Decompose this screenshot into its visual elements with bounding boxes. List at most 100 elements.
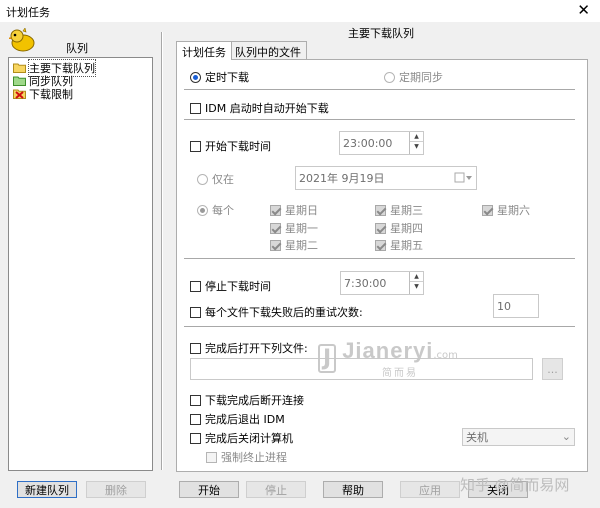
periodic-sync-radio[interactable] [384,71,395,83]
queue-mascot-icon [8,27,35,52]
title-bar: 计划任务 ✕ [0,0,600,22]
one-time-download-radio[interactable] [190,71,201,83]
day-checkbox[interactable] [270,239,281,251]
only-on-label: 仅在 [212,173,234,186]
one-time-download-label: 定时下载 [205,71,249,84]
day-checkbox[interactable] [375,204,386,216]
queue-title: 主要下载队列 [348,27,414,40]
calendar-dropdown-icon[interactable] [454,172,472,187]
limit-x-icon [13,88,26,99]
sync-queue-icon [13,75,26,86]
stop-button[interactable]: 停止 [246,481,306,498]
start-time-input[interactable]: 23:00:00 ▲ ▼ [339,131,424,155]
delete-queue-button[interactable]: 删除 [86,481,146,498]
day-checkbox[interactable] [270,222,281,234]
folder-queue-icon [13,62,26,73]
stop-time-input[interactable]: 7:30:00 ▲ ▼ [340,271,424,295]
exit-idm-option[interactable]: 完成后退出 IDM [190,411,285,427]
day-sunday[interactable]: 星期日 [270,202,318,218]
start-on-idm-start-option[interactable]: IDM 启动时自动开始下载 [190,100,329,116]
day-label: 星期日 [285,204,318,217]
shutdown-checkbox[interactable] [190,432,201,444]
tree-item-download-limit[interactable]: 下载限制 [13,87,73,101]
only-on-option[interactable]: 仅在 [197,171,234,187]
divider [184,89,575,90]
periodic-sync-option[interactable]: 定期同步 [384,69,443,85]
stop-time-spinner[interactable]: ▲ ▼ [409,272,423,294]
hang-up-option[interactable]: 下载完成后断开连接 [190,392,304,408]
start-download-time-option[interactable]: 开始下载时间 [190,138,271,154]
watermark-tld: .com [433,350,458,361]
retry-count-value: 10 [497,299,511,313]
every-label: 每个 [212,204,234,217]
day-label: 星期三 [390,204,423,217]
divider [184,326,575,327]
tab-schedule[interactable]: 计划任务 [176,41,232,60]
day-saturday[interactable]: 星期六 [482,202,530,218]
hang-up-checkbox[interactable] [190,394,201,406]
open-file-after-checkbox[interactable] [190,342,201,354]
chevron-down-icon[interactable]: ⌄ [562,430,571,443]
force-kill-checkbox[interactable] [206,451,217,463]
watermark-logo-icon: J [318,344,337,373]
shutdown-label: 完成后关闭计算机 [205,432,293,445]
close-icon[interactable]: ✕ [577,1,590,19]
queue-list-label: 队列 [66,42,88,55]
one-time-download-option[interactable]: 定时下载 [190,69,249,85]
only-on-date-picker[interactable]: 2021年 9月19日 [295,166,477,190]
start-time-spinner[interactable]: ▲ ▼ [409,132,423,154]
tab-files-in-queue[interactable]: 队列中的文件 [229,41,307,59]
stop-download-time-checkbox[interactable] [190,280,201,292]
day-label: 星期六 [497,204,530,217]
queue-tree[interactable]: 主要下载队列 同步队列 下载限制 [8,57,153,471]
watermark: J Jianeryi.com 简而易 [318,338,458,379]
start-time-value: 23:00:00 [343,136,393,150]
exit-idm-label: 完成后退出 IDM [205,413,285,426]
spin-up-icon[interactable]: ▲ [410,272,423,282]
start-download-time-label: 开始下载时间 [205,140,271,153]
day-tuesday[interactable]: 星期二 [270,237,318,253]
window-title: 计划任务 [6,6,50,19]
spin-up-icon[interactable]: ▲ [410,132,423,142]
every-radio[interactable] [197,204,208,216]
new-queue-button[interactable]: 新建队列 [17,481,77,498]
day-label: 星期一 [285,222,318,235]
day-checkbox[interactable] [270,204,281,216]
browse-button[interactable]: ... [542,358,563,380]
day-checkbox[interactable] [375,222,386,234]
force-kill-option[interactable]: 强制终止进程 [206,449,287,465]
stop-time-value: 7:30:00 [344,276,387,290]
open-file-after-option[interactable]: 完成后打开下列文件: [190,340,308,356]
exit-idm-checkbox[interactable] [190,413,201,425]
apply-button[interactable]: 应用 [400,481,460,498]
stop-download-time-option[interactable]: 停止下载时间 [190,278,271,294]
retry-option[interactable]: 每个文件下载失败后的重试次数: [190,304,363,320]
day-friday[interactable]: 星期五 [375,237,423,253]
day-checkbox[interactable] [375,239,386,251]
panel-splitter[interactable] [161,32,163,470]
force-kill-label: 强制终止进程 [221,451,287,464]
day-wednesday[interactable]: 星期三 [375,202,423,218]
retry-count-input[interactable]: 10 [493,294,539,318]
start-download-time-checkbox[interactable] [190,140,201,152]
divider [184,119,575,120]
shutdown-mode-select[interactable]: 关机 ⌄ [462,428,575,446]
every-option[interactable]: 每个 [197,202,234,218]
spin-down-icon[interactable]: ▼ [410,142,423,152]
corner-watermark: 知乎 @简而易网 [460,477,570,494]
retry-checkbox[interactable] [190,306,201,318]
help-button[interactable]: 帮助 [323,481,383,498]
day-thursday[interactable]: 星期四 [375,220,423,236]
start-on-idm-start-label: IDM 启动时自动开始下载 [205,102,329,115]
day-label: 星期五 [390,239,423,252]
start-on-idm-start-checkbox[interactable] [190,102,201,114]
start-button[interactable]: 开始 [179,481,239,498]
periodic-sync-label: 定期同步 [399,71,443,84]
day-checkbox[interactable] [482,204,493,216]
watermark-sub: 简而易 [382,368,419,379]
spin-down-icon[interactable]: ▼ [410,282,423,292]
only-on-radio[interactable] [197,173,208,185]
shutdown-option[interactable]: 完成后关闭计算机 [190,430,293,446]
day-monday[interactable]: 星期一 [270,220,318,236]
only-on-date-value: 2021年 9月19日 [299,172,385,185]
